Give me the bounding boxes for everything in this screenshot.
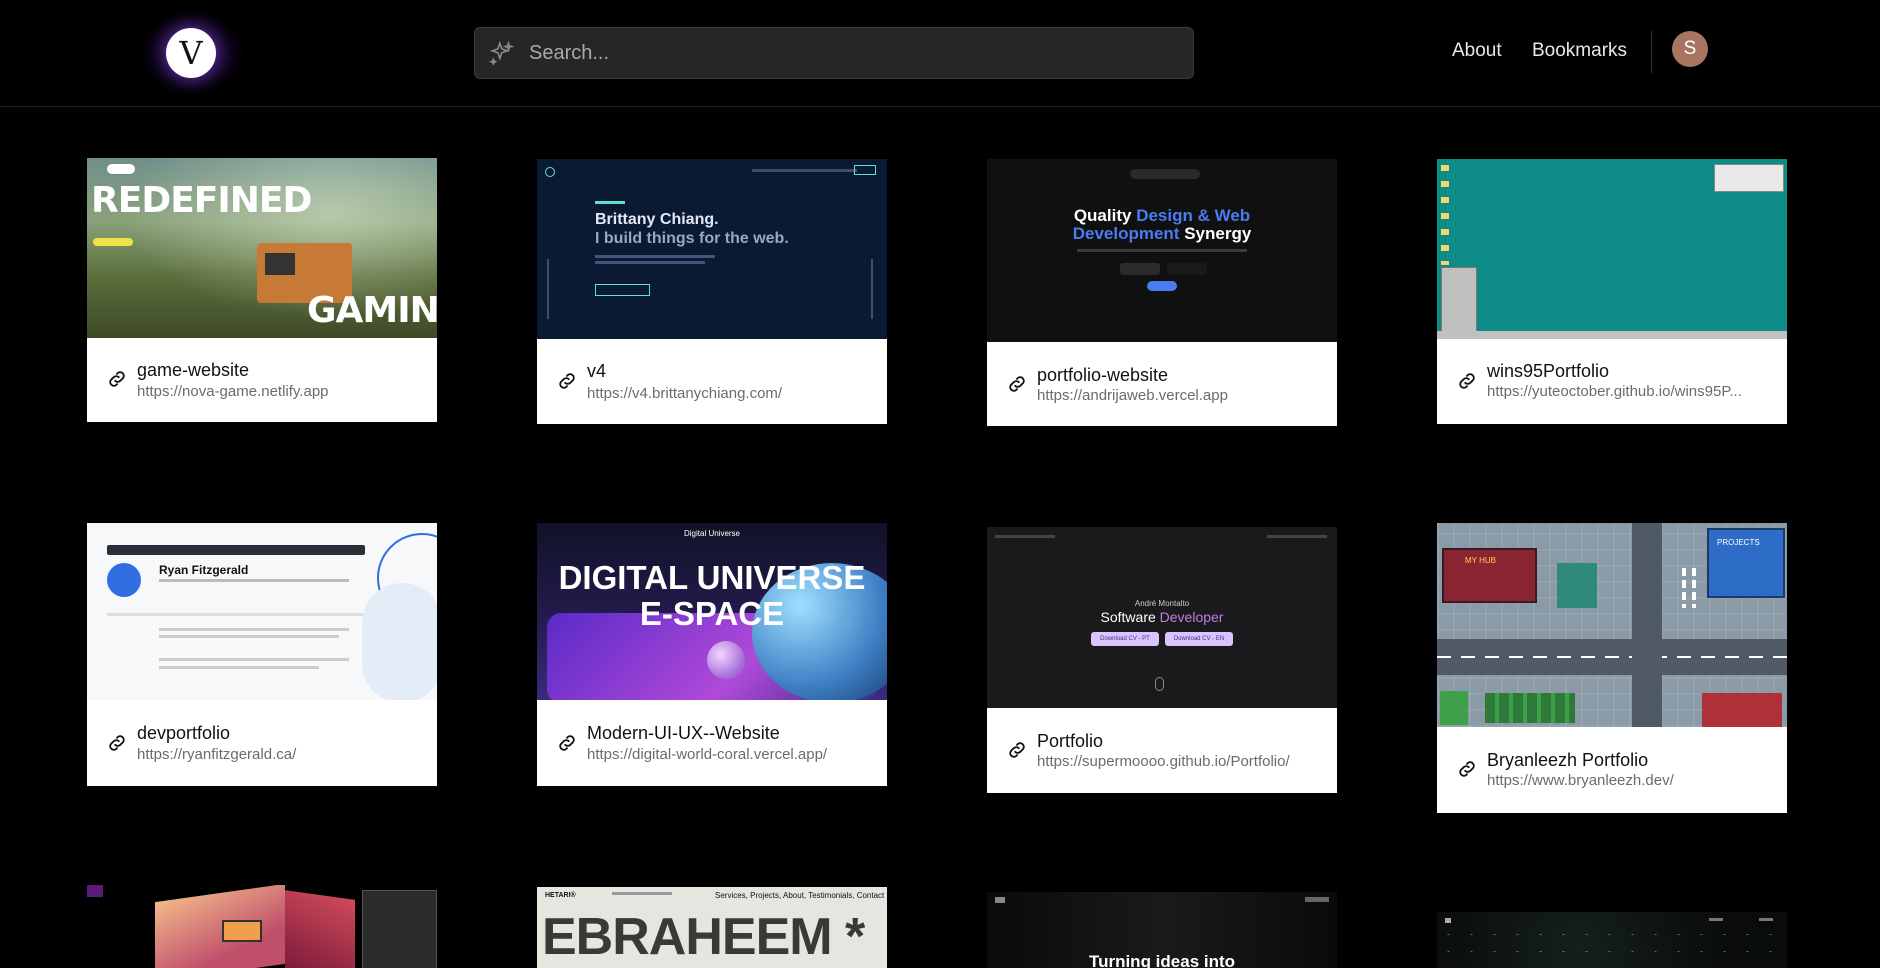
nav-about-link[interactable]: About <box>1452 40 1502 62</box>
card-url: https://digital-world-coral.vercel.app/ <box>587 746 828 763</box>
preview-line2: I build things for the web. <box>595 230 789 247</box>
card-url: https://nova-game.netlify.app <box>137 383 329 400</box>
bookmark-card-portfolio[interactable]: André Montalto Software Developer Downlo… <box>987 527 1337 793</box>
nav-divider <box>1651 31 1652 73</box>
card-thumbnail: Digital Universe DIGITAL UNIVERSE E-SPAC… <box>537 523 887 700</box>
card-thumbnail: Quality Design & Web Development Synergy <box>987 159 1337 342</box>
bookmark-card-portfolio-website[interactable]: Quality Design & Web Development Synergy… <box>987 159 1337 426</box>
link-icon <box>559 735 575 751</box>
bookmark-card-v4[interactable]: Brittany Chiang. I build things for the … <box>537 159 887 424</box>
card-caption: Bryanleezh Portfolio https://www.bryanle… <box>1437 727 1787 813</box>
link-icon <box>559 373 575 389</box>
bookmark-card-turning-ideas[interactable]: Turning ideas into <box>987 892 1337 968</box>
preview-text: Turning ideas into <box>1088 952 1236 968</box>
card-caption: devportfolio https://ryanfitzgerald.ca/ <box>87 700 437 786</box>
preview-headline: REDEFINED <box>91 180 312 221</box>
preview-line1: DIGITAL UNIVERSE <box>558 559 866 596</box>
card-thumbnail <box>1437 159 1787 339</box>
bookmark-card-wins95portfolio[interactable]: wins95Portfolio https://yuteoctober.gith… <box>1437 159 1787 424</box>
card-title: Portfolio <box>1037 731 1104 751</box>
preview-brand: HETARI® <box>545 892 576 899</box>
card-thumbnail: Ryan Fitzgerald <box>87 523 437 700</box>
preview-line1: Brittany Chiang. <box>595 211 719 228</box>
bookmark-card-room[interactable] <box>87 885 437 968</box>
card-url: https://yuteoctober.github.io/wins95P... <box>1487 383 1742 400</box>
card-thumbnail <box>87 885 437 968</box>
card-title: portfolio-website <box>1037 365 1169 385</box>
card-thumbnail: REDEFINED GAMING <box>87 158 437 338</box>
site-logo[interactable]: V <box>166 28 216 78</box>
preview-sign-projects: PROJECTS <box>1717 538 1760 547</box>
preview-role: Software Developer <box>1100 609 1224 625</box>
bookmark-card-game-website[interactable]: REDEFINED GAMING game-website https://no… <box>87 158 437 422</box>
card-caption: Modern-UI-UX--Website https://digital-wo… <box>537 700 887 786</box>
search-input[interactable] <box>529 41 1169 65</box>
card-url: https://v4.brittanychiang.com/ <box>587 385 783 402</box>
card-title: Modern-UI-UX--Website <box>587 723 780 743</box>
card-thumbnail: Brittany Chiang. I build things for the … <box>537 159 887 339</box>
card-thumbnail <box>1437 912 1787 968</box>
bookmark-card-starfield[interactable] <box>1437 912 1787 968</box>
card-thumbnail: HETARI® Services, Projects, About, Testi… <box>537 887 887 968</box>
bookmark-card-ebraheem[interactable]: HETARI® Services, Projects, About, Testi… <box>537 887 887 968</box>
link-icon <box>109 371 125 387</box>
link-icon <box>1459 373 1475 389</box>
bookmark-card-bryanleezh-portfolio[interactable]: MY HUB PROJECTS Bryanleezh Portfolio htt… <box>1437 523 1787 813</box>
card-caption: game-website https://nova-game.netlify.a… <box>87 338 437 422</box>
preview-subheadline: GAMING <box>307 290 437 331</box>
card-caption: portfolio-website https://andrijaweb.ver… <box>987 342 1337 426</box>
preview-nav: Services, Projects, About, Testimonials,… <box>715 891 885 900</box>
bookmark-card-devportfolio[interactable]: Ryan Fitzgerald devportfolio https://rya… <box>87 523 437 786</box>
card-caption: v4 https://v4.brittanychiang.com/ <box>537 339 887 424</box>
user-avatar[interactable]: S <box>1672 31 1708 67</box>
preview-brand: Digital Universe <box>683 529 741 538</box>
search-bar[interactable] <box>474 27 1194 79</box>
card-url: https://supermoooo.github.io/Portfolio/ <box>1037 753 1290 770</box>
card-title: Bryanleezh Portfolio <box>1487 750 1649 770</box>
card-caption: Portfolio https://supermoooo.github.io/P… <box>987 708 1337 793</box>
card-thumbnail: André Montalto Software Developer Downlo… <box>987 527 1337 708</box>
link-icon <box>1009 376 1025 392</box>
preview-btn-en: Download CV - EN <box>1165 632 1233 646</box>
preview-name: André Montalto <box>1134 599 1190 608</box>
bookmark-card-modern-ui-ux-website[interactable]: Digital Universe DIGITAL UNIVERSE E-SPAC… <box>537 523 887 786</box>
card-url: https://www.bryanleezh.dev/ <box>1487 772 1674 789</box>
card-thumbnail: MY HUB PROJECTS <box>1437 523 1787 727</box>
card-title: v4 <box>587 361 607 381</box>
preview-big: EBRAHEEM * <box>542 908 865 966</box>
preview-sign-hub: MY HUB <box>1465 556 1496 565</box>
nav-bookmarks-link[interactable]: Bookmarks <box>1532 40 1627 62</box>
link-icon <box>1459 761 1475 777</box>
preview-line2: E-SPACE <box>639 595 785 632</box>
link-icon <box>109 735 125 751</box>
top-navbar: V About Bookmarks S <box>0 0 1880 107</box>
card-title: wins95Portfolio <box>1487 361 1610 381</box>
card-url: https://ryanfitzgerald.ca/ <box>137 746 297 763</box>
card-title: game-website <box>137 360 250 380</box>
card-caption: wins95Portfolio https://yuteoctober.gith… <box>1437 339 1787 424</box>
preview-btn-pt: Download CV - PT <box>1091 632 1159 646</box>
preview-heading: Quality Design & Web Development Synergy <box>1072 206 1252 243</box>
sparkle-icon <box>489 40 515 66</box>
preview-name: Ryan Fitzgerald <box>159 563 249 577</box>
card-title: devportfolio <box>137 723 231 743</box>
link-icon <box>1009 742 1025 758</box>
card-url: https://andrijaweb.vercel.app <box>1037 387 1228 404</box>
card-thumbnail: Turning ideas into <box>987 892 1337 968</box>
